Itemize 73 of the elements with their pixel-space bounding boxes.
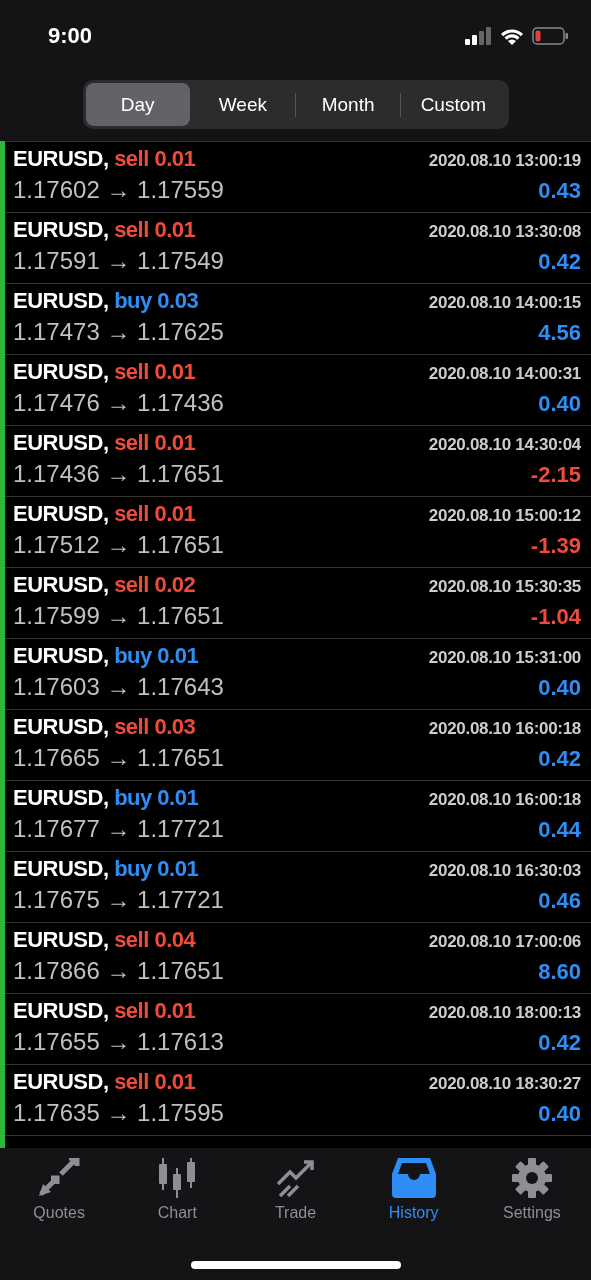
deal-prices: 1.17665 → 1.17651 xyxy=(13,744,224,772)
deal-profit: 0.40 xyxy=(538,391,581,417)
deal-prices: 1.17866 → 1.17651 xyxy=(13,957,224,985)
tab-bar-item[interactable]: Trade xyxy=(236,1158,355,1222)
battery-icon xyxy=(532,27,569,45)
deal-prices: 1.17512 → 1.17651 xyxy=(13,531,224,559)
period-tab[interactable]: Day xyxy=(85,83,190,126)
deal-profit: 0.40 xyxy=(538,675,581,701)
deal-profit: 0.42 xyxy=(538,1030,581,1056)
deal-title: EURUSD, buy 0.03 xyxy=(13,288,199,314)
deal-profit: 0.42 xyxy=(538,249,581,275)
deal-title: EURUSD, sell 0.01 xyxy=(13,430,196,456)
deal-prices: 1.17677 → 1.17721 xyxy=(13,815,224,843)
wifi-icon xyxy=(500,27,524,45)
deal-prices: 1.17655 → 1.17613 xyxy=(13,1028,224,1056)
deal-time: 2020.08.10 14:00:31 xyxy=(428,364,581,384)
signal-icon xyxy=(465,27,492,45)
deal-prices: 1.17602 → 1.17559 xyxy=(13,176,224,204)
deal-title: EURUSD, sell 0.01 xyxy=(13,146,196,172)
deal-profit: 4.56 xyxy=(538,320,581,346)
deal-time: 2020.08.10 18:00:13 xyxy=(428,1003,581,1023)
inbox-icon xyxy=(391,1158,436,1198)
deal-prices: 1.17675 → 1.17721 xyxy=(13,886,224,914)
deal-profit: 0.43 xyxy=(538,178,581,204)
deal-title: EURUSD, sell 0.01 xyxy=(13,217,196,243)
deal-prices: 1.17603 → 1.17643 xyxy=(13,673,224,701)
tab-bar-item[interactable]: Quotes xyxy=(0,1158,119,1222)
deal-profit: 8.60 xyxy=(538,959,581,985)
deal-title: EURUSD, buy 0.01 xyxy=(13,643,199,669)
period-tab[interactable]: Week xyxy=(190,83,295,126)
home-indicator[interactable] xyxy=(190,1261,401,1269)
deal-prices: 1.17436 → 1.17651 xyxy=(13,460,224,488)
tab-bar-item[interactable]: Chart xyxy=(118,1158,237,1222)
tab-bar-item[interactable]: Settings xyxy=(472,1158,591,1222)
deal-title: EURUSD, sell 0.01 xyxy=(13,998,196,1024)
period-tab[interactable]: Custom xyxy=(401,83,506,126)
arrows-icon xyxy=(37,1158,82,1198)
deal-time: 2020.08.10 14:00:15 xyxy=(428,293,581,313)
deal-time: 2020.08.10 15:31:00 xyxy=(428,648,581,668)
deal-title: EURUSD, sell 0.01 xyxy=(13,359,196,385)
deal-title: EURUSD, sell 0.03 xyxy=(13,714,196,740)
deal-title: EURUSD, sell 0.01 xyxy=(13,1069,196,1095)
deal-time: 2020.08.10 16:00:18 xyxy=(428,790,581,810)
deal-profit: -2.15 xyxy=(530,462,581,488)
deal-time: 2020.08.10 13:30:08 xyxy=(428,222,581,242)
deal-time: 2020.08.10 13:00:19 xyxy=(428,151,581,171)
deal-title: EURUSD, buy 0.01 xyxy=(13,785,199,811)
deal-time: 2020.08.10 14:30:04 xyxy=(428,435,581,455)
deal-prices: 1.17599 → 1.17651 xyxy=(13,602,224,630)
deal-title: EURUSD, sell 0.02 xyxy=(13,572,196,598)
deal-time: 2020.08.10 17:00:06 xyxy=(428,932,581,952)
deal-time: 2020.08.10 16:30:03 xyxy=(428,861,581,881)
deal-prices: 1.17476 → 1.17436 xyxy=(13,389,224,417)
deal-title: EURUSD, buy 0.01 xyxy=(13,856,199,882)
deal-profit: -1.04 xyxy=(530,604,581,630)
deal-time: 2020.08.10 16:00:18 xyxy=(428,719,581,739)
deal-prices: 1.17635 → 1.17595 xyxy=(13,1099,224,1127)
clock: 9:00 xyxy=(48,23,93,49)
deal-profit: 0.44 xyxy=(538,817,581,843)
deal-prices: 1.17473 → 1.17625 xyxy=(13,318,224,346)
deal-profit: 0.40 xyxy=(538,1101,581,1127)
settings-icon xyxy=(509,1158,554,1198)
deal-prices: 1.17591 → 1.17549 xyxy=(13,247,224,275)
period-tab[interactable]: Month xyxy=(296,83,401,126)
tab-bar-item[interactable]: History xyxy=(354,1158,473,1222)
deal-title: EURUSD, sell 0.04 xyxy=(13,927,196,953)
deal-profit: -1.39 xyxy=(530,533,581,559)
deal-title: EURUSD, sell 0.01 xyxy=(13,501,196,527)
deal-time: 2020.08.10 15:00:12 xyxy=(428,506,581,526)
deal-profit: 0.46 xyxy=(538,888,581,914)
deal-profit: 0.42 xyxy=(538,746,581,772)
deal-time: 2020.08.10 18:30:27 xyxy=(428,1074,581,1094)
deal-time: 2020.08.10 15:30:35 xyxy=(428,577,581,597)
